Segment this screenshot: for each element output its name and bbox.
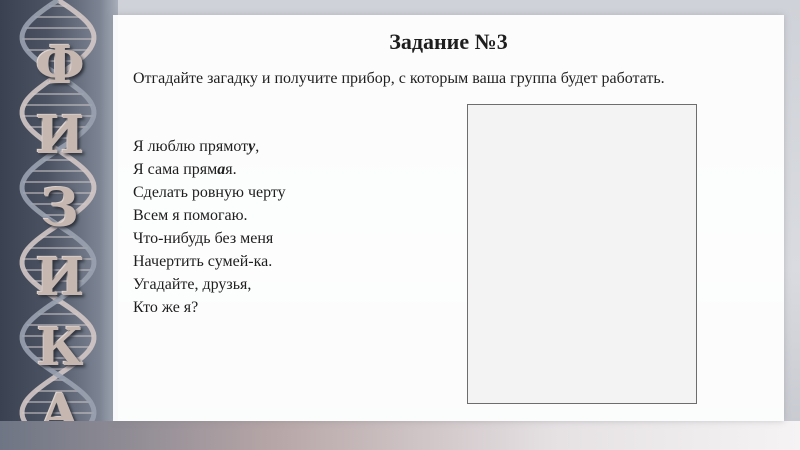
vertical-letter: З xyxy=(41,178,79,239)
answer-image-placeholder xyxy=(467,104,697,404)
vertical-letter: Ф xyxy=(35,35,85,96)
task-title: Задание №3 xyxy=(389,29,508,54)
task-instruction: Отгадайте загадку и получите прибор, с к… xyxy=(133,70,665,87)
riddle-line: Что-нибудь без меня xyxy=(133,230,274,247)
riddle-line: Всем я помогаю. xyxy=(133,207,248,224)
vertical-letter: И xyxy=(35,247,85,308)
riddle-line: Угадайте, друзья, xyxy=(133,276,252,293)
slide: Ф И З И К А Задание №3 Отгадайте загадку… xyxy=(0,0,800,450)
riddle-line: Начертить сумей-ка. xyxy=(133,253,273,270)
riddle-line: Кто же я? xyxy=(133,299,199,316)
riddle-text: Я люблю прямоту, Я сама прямая. Сделать … xyxy=(133,135,286,319)
riddle-line: Я сама прямая. xyxy=(133,161,237,178)
vertical-letter: К xyxy=(36,317,84,378)
riddle-line: Сделать ровную черту xyxy=(133,184,286,201)
vertical-letter: И xyxy=(35,105,85,166)
bottom-decor-band xyxy=(0,421,800,450)
riddle-line: Я люблю прямоту, xyxy=(133,138,260,155)
